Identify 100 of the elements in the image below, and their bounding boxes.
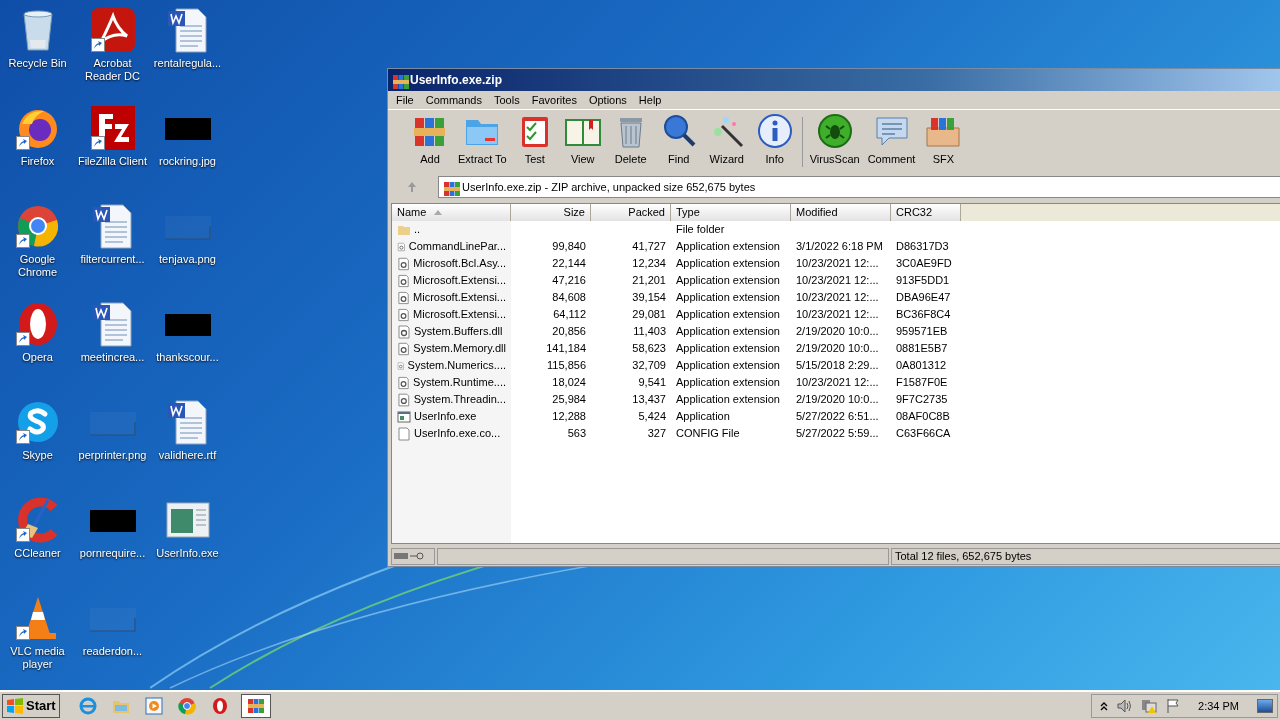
app-icon [391,72,407,88]
desktop-icon-label[interactable]: Firefox [0,155,76,168]
desktop-icon-label[interactable]: filtercurrent... [74,253,151,266]
desktop-icon-label[interactable]: meetincrea... [74,351,151,364]
menu-item[interactable]: Commands [419,91,488,109]
file-row[interactable]: System.Numerics.... 115,856 32,709 Application extension 5/15/2018 2:29... 0A801312 [392,357,1280,374]
toolbar-button[interactable]: Wizard [702,111,751,172]
table-cell-text: Application extension [676,256,780,272]
table-cell-text: Application extension [676,375,780,391]
gear-document-icon [397,392,411,407]
table-cell-text: System.Memory.dll [413,341,506,357]
desktop-icon-label[interactable]: CCleaner [0,547,76,560]
table-cell-text: 0A801312 [896,358,947,374]
menu-item[interactable]: Options [582,91,633,109]
desktop-icon-label[interactable]: Google Chrome [0,253,76,279]
table-cell-text: System.Threadin... [413,392,506,408]
toolbar-button[interactable]: Test [510,111,559,172]
table-cell-text: 0881E5B7 [896,341,948,357]
key-icon [410,552,424,560]
show-desktop-button[interactable] [1257,699,1273,713]
toolbar-button[interactable]: SFX [919,111,968,172]
toolbar-button[interactable]: Add [406,111,454,172]
desktop-icon-label[interactable]: readerdon... [74,645,151,658]
gear-document-icon [397,341,411,356]
menu-item[interactable]: Help [632,91,668,109]
gear-document-icon [397,290,411,305]
table-cell-text: 3/1/2022 6:18 PM [796,239,883,255]
desktop-icon-label[interactable]: Opera [0,351,76,364]
menu-item[interactable]: Favorites [525,91,583,109]
column-header[interactable]: Packed [591,204,671,221]
table-cell-text: 39,154 [632,290,666,306]
table-cell-text: 3C0AE9FD [896,256,952,272]
table-cell-text: 10/23/2021 12:... [796,375,879,391]
file-row[interactable]: UserInfo.exe.co... 563 327 CONFIG File 5/27/2022 5:59... C63F66CA [392,425,1280,442]
column-header[interactable]: Size [511,204,591,221]
table-cell-text: 10/23/2021 12:... [796,256,879,272]
desktop-icon-label[interactable]: Acrobat Reader DC [74,57,151,83]
desktop-icon-label[interactable]: UserInfo.exe [149,547,226,560]
table-cell-text: D86317D3 [896,239,949,255]
taskbar-button[interactable] [240,694,271,718]
table-cell-text: 913F5DD1 [896,273,950,289]
window-title: UserInfo.exe.zip [410,72,503,89]
desktop-icon-label[interactable]: FileZilla Client [74,155,151,168]
file-row[interactable]: System.Buffers.dll 20,856 11,403 Application extension 2/19/2020 10:0... 959571EB [392,323,1280,340]
desktop-icon-label[interactable]: Recycle Bin [0,57,76,70]
start-button[interactable]: Start [2,694,60,718]
toolbar-button[interactable]: Find [654,111,703,172]
file-row[interactable]: System.Threadin... 25,984 13,437 Application extension 2/19/2020 10:0... 9F7C2735 [392,391,1280,408]
menu-item[interactable]: File [390,91,420,109]
desktop-icon-label[interactable]: rockring.jpg [149,155,226,168]
toolbar-button[interactable]: Delete [606,111,655,172]
table-cell-text: UserInfo.exe.co... [414,426,501,442]
file-row[interactable]: Microsoft.Bcl.Asy... 22,144 12,234 Application extension 10/23/2021 12:... 3C0AE9FD [392,255,1280,272]
table-cell-text: File folder [676,222,725,238]
speaker-icon[interactable] [1116,698,1133,714]
file-row[interactable]: System.Memory.dll 141,184 58,623 Application extension 2/19/2020 10:0... 0881E5B7 [392,340,1280,357]
table-cell-text: CommandLinePar... [408,239,506,255]
archive-books-icon [245,696,266,716]
file-row[interactable]: CommandLinePar... 99,840 41,727 Application extension 3/1/2022 6:18 PM D86317D3 [392,238,1280,255]
table-cell-text: Application extension [676,273,780,289]
desktop-icon-label[interactable]: tenjava.png [149,253,226,266]
desktop-icon-label[interactable]: pornrequire... [74,547,151,560]
toolbar-button[interactable]: VirusScan [805,111,864,172]
chevron-up-icon[interactable] [1100,701,1109,711]
table-cell-text: 10/23/2021 12:... [796,273,879,289]
table-cell-text: 22,144 [552,256,586,272]
address-field[interactable]: UserInfo.exe.zip - ZIP archive, unpacked size 652,675 bytes [438,176,1280,198]
network-warning-icon[interactable] [1140,698,1159,714]
column-header[interactable]: CRC32 [891,204,961,221]
column-header[interactable]: Modified [791,204,891,221]
column-header[interactable]: Name [392,204,511,221]
menu-item[interactable]: Tools [488,91,526,109]
desktop-icon-label[interactable]: validhere.rtf [149,449,226,462]
file-row[interactable]: Microsoft.Extensi... 84,608 39,154 Application extension 10/23/2021 12:... DBA96E47 [392,289,1280,306]
file-row[interactable]: Microsoft.Extensi... 47,216 21,201 Application extension 10/23/2021 12:... 913F5DD1 [392,272,1280,289]
toolbar-button[interactable]: Extract To [454,111,511,172]
file-row[interactable]: Microsoft.Extensi... 64,112 29,081 Application extension 10/23/2021 12:... BC36F8C4 [392,306,1280,323]
column-header[interactable]: Type [671,204,791,221]
file-row[interactable]: UserInfo.exe 12,288 5,424 Application 5/27/2022 6:51... 08AF0C8B [392,408,1280,425]
table-cell-text: Microsoft.Extensi... [413,307,506,323]
archive-books-icon [442,179,458,195]
flag-icon[interactable] [1166,698,1181,714]
toolbar-button[interactable]: Info [750,111,799,172]
desktop-icon-label[interactable]: thankscour... [149,351,226,364]
file-row[interactable]: .. File folder [392,221,1280,238]
desktop-icon-label[interactable]: Skype [0,449,76,462]
desktop-icon-label[interactable]: perprinter.png [74,449,151,462]
table-cell-text: C63F66CA [896,426,951,442]
toolbar-button[interactable]: Comment [863,111,920,172]
table-cell-text: 58,623 [632,341,666,357]
table-cell-text: 64,112 [553,307,586,323]
bug-icon [815,111,854,150]
file-row[interactable]: System.Runtime.... 18,024 9,541 Application extension 10/23/2021 12:... F1587F0E [392,374,1280,391]
table-cell-text: 9,541 [638,375,666,391]
table-cell-text: Application extension [676,239,780,255]
desktop-icon-label[interactable]: VLC media player [0,645,76,671]
browser-e-icon [77,696,98,716]
desktop-icon-label[interactable]: rentalregula... [149,57,226,70]
table-cell-text: 12,234 [632,256,666,272]
toolbar-button[interactable]: View [558,111,607,172]
